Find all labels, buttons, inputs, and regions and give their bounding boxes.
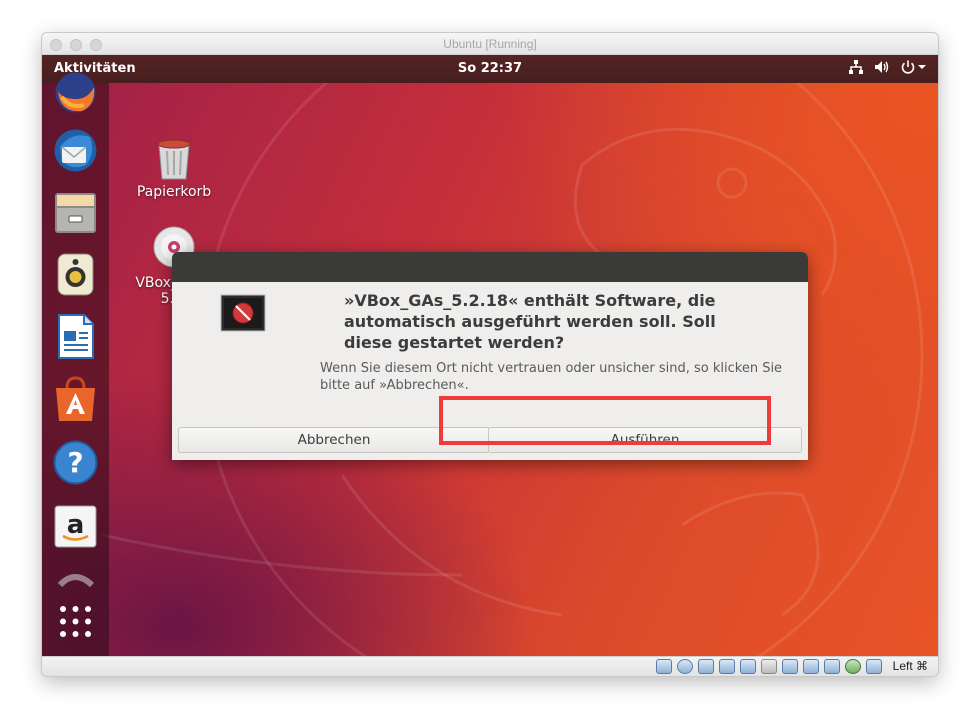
amazon-icon[interactable]: a — [52, 503, 99, 550]
volume-icon[interactable] — [874, 59, 890, 75]
writer-icon[interactable] — [52, 313, 99, 360]
trash-desktop-icon[interactable]: Papierkorb — [134, 135, 214, 200]
svg-text:a: a — [67, 510, 85, 540]
help-icon[interactable]: ? — [52, 439, 99, 486]
thunderbird-icon[interactable] — [52, 127, 99, 174]
host-key-label: Left ⌘ — [892, 659, 928, 673]
clock[interactable]: So 22:37 — [42, 61, 938, 76]
software-icon[interactable] — [52, 376, 99, 423]
show-apps-icon[interactable] — [52, 598, 99, 645]
window-titlebar[interactable]: Ubuntu [Running] — [42, 33, 938, 55]
svg-text:?: ? — [67, 446, 83, 479]
network-adapter-icon[interactable] — [719, 659, 735, 674]
highlight-box — [439, 396, 771, 445]
guest-screen: Aktivitäten So 22:37 ? a Papierkorb »VBo… — [42, 55, 938, 656]
optical-drive-icon[interactable] — [677, 659, 693, 674]
dialog-title: »VBox_GAs_5.2.18« enthält Software, die … — [344, 291, 716, 352]
forbidden-icon — [220, 294, 266, 332]
system-tray[interactable] — [848, 59, 926, 75]
display-icon[interactable] — [782, 659, 798, 674]
firefox-icon[interactable] — [52, 69, 99, 116]
network-icon[interactable] — [848, 59, 864, 75]
dialog-message: Wenn Sie diesem Ort nicht vertrauen oder… — [320, 361, 783, 393]
usb-icon[interactable] — [740, 659, 756, 674]
gnome-top-bar: Aktivitäten So 22:37 — [42, 55, 938, 83]
mouse-integration-icon[interactable] — [845, 659, 861, 674]
virtualbox-statusbar: Left ⌘ — [42, 656, 938, 676]
trash-label: Papierkorb — [136, 184, 212, 200]
dock: ? a — [42, 72, 109, 656]
window-title: Ubuntu [Running] — [443, 37, 537, 51]
video-capture-icon[interactable] — [803, 659, 819, 674]
cpu-icon[interactable] — [824, 659, 840, 674]
shared-folders-icon[interactable] — [761, 659, 777, 674]
trash-icon — [157, 139, 191, 180]
files-icon[interactable] — [52, 189, 99, 236]
dialog-header[interactable] — [172, 252, 808, 282]
keyboard-capture-icon[interactable] — [866, 659, 882, 674]
hard-disk-icon[interactable] — [656, 659, 672, 674]
rhythmbox-icon[interactable] — [52, 251, 99, 298]
virtualbox-window: Ubuntu [Running] Aktivitäten So 22:37 ? … — [42, 33, 938, 676]
power-menu-icon[interactable] — [900, 59, 926, 75]
audio-icon[interactable] — [698, 659, 714, 674]
device-status-icons — [656, 659, 882, 674]
